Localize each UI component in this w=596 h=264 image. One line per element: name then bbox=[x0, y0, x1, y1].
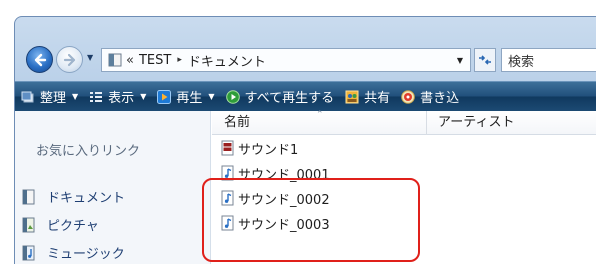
file-row[interactable]: サウンド_0003 bbox=[221, 211, 596, 235]
share-label: 共有 bbox=[364, 91, 391, 106]
organize-label: 整理 bbox=[40, 91, 67, 106]
play-all-button[interactable]: すべて再生する bbox=[225, 87, 335, 106]
views-icon bbox=[90, 91, 103, 102]
address-bar[interactable]: « TEST ▸ ドキュメント ▼ bbox=[101, 48, 471, 72]
refresh-icon bbox=[479, 55, 491, 65]
burn-button[interactable]: 書き込 bbox=[401, 87, 459, 106]
column-artist-label: アーティスト bbox=[438, 115, 515, 130]
play-dropdown-icon: ▼ bbox=[208, 92, 215, 101]
column-header-row: 名前 ⌃ アーティスト bbox=[212, 111, 596, 135]
organize-dropdown-icon: ▼ bbox=[72, 92, 79, 101]
audio-file-icon bbox=[221, 190, 234, 206]
forward-arrow-icon bbox=[63, 53, 75, 66]
audio-file-icon bbox=[221, 215, 234, 231]
share-button[interactable]: 共有 bbox=[345, 87, 390, 106]
file-name: サウンド1 bbox=[238, 142, 299, 158]
column-header-name[interactable]: 名前 ⌃ bbox=[212, 111, 427, 135]
file-name: サウンド_0002 bbox=[238, 192, 330, 208]
nav-link-music[interactable]: ミュージック bbox=[21, 243, 125, 262]
search-input[interactable]: 検索 bbox=[501, 48, 596, 72]
file-row[interactable]: サウンド_0002 bbox=[221, 186, 596, 210]
address-overflow[interactable]: « bbox=[126, 53, 134, 68]
nav-link-music-label: ミュージック bbox=[47, 247, 125, 262]
views-button[interactable]: 表示 ▼ bbox=[89, 87, 146, 106]
nav-link-documents-label: ドキュメント bbox=[47, 191, 126, 206]
burn-icon bbox=[401, 89, 415, 104]
share-icon bbox=[345, 90, 359, 103]
views-label: 表示 bbox=[108, 91, 135, 106]
documents-icon bbox=[22, 189, 35, 204]
command-bar: 整理 ▼ 表示 ▼ 再生 ▼ すべて再生する 共有 書き込 bbox=[15, 81, 596, 111]
nav-link-pictures-label: ピクチャ bbox=[47, 219, 99, 234]
file-name: サウンド_0001 bbox=[238, 167, 330, 183]
column-header-artist[interactable]: アーティスト bbox=[428, 111, 514, 135]
recent-pages-dropdown[interactable]: ▼ bbox=[87, 53, 97, 65]
refresh-button[interactable] bbox=[474, 48, 496, 72]
play-all-icon bbox=[225, 89, 240, 104]
folder-icon bbox=[108, 53, 122, 67]
column-name-label: 名前 bbox=[224, 115, 251, 130]
play-all-label: すべて再生する bbox=[244, 91, 335, 106]
breadcrumb-separator-icon[interactable]: ▸ bbox=[177, 55, 182, 65]
address-row: ▼ « TEST ▸ ドキュメント ▼ 検索 bbox=[15, 43, 596, 77]
nav-link-documents[interactable]: ドキュメント bbox=[21, 187, 125, 206]
address-dropdown[interactable]: ▼ bbox=[450, 49, 470, 71]
burn-label: 書き込 bbox=[420, 91, 460, 106]
navigation-pane: お気に入りリンク ドキュメント ピクチャ ミュージック bbox=[15, 111, 211, 264]
back-arrow-icon bbox=[34, 53, 46, 66]
views-dropdown-icon: ▼ bbox=[140, 92, 147, 101]
favorite-links-header: お気に入りリンク bbox=[36, 144, 141, 159]
play-button[interactable]: 再生 ▼ bbox=[157, 87, 215, 106]
explorer-window: ▼ « TEST ▸ ドキュメント ▼ 検索 整理 ▼ 表示 ▼ 再生 ▼ すべ… bbox=[14, 16, 596, 264]
music-icon bbox=[22, 245, 35, 260]
organize-icon bbox=[21, 91, 34, 102]
organize-button[interactable]: 整理 ▼ bbox=[21, 87, 78, 106]
file-row[interactable]: サウンド_0001 bbox=[221, 161, 596, 185]
breadcrumb-test[interactable]: TEST bbox=[139, 53, 171, 68]
media-file-icon bbox=[221, 140, 234, 156]
content-area: お気に入りリンク ドキュメント ピクチャ ミュージック 名前 ⌃ アーティスト … bbox=[15, 111, 596, 264]
audio-file-icon bbox=[221, 165, 234, 181]
play-icon bbox=[157, 89, 172, 104]
pictures-icon bbox=[22, 217, 35, 232]
sort-ascending-icon: ⌃ bbox=[316, 110, 324, 120]
search-placeholder: 検索 bbox=[508, 54, 535, 70]
play-label: 再生 bbox=[176, 91, 203, 106]
back-button[interactable] bbox=[26, 46, 53, 73]
nav-link-pictures[interactable]: ピクチャ bbox=[21, 215, 99, 234]
forward-button[interactable] bbox=[56, 46, 83, 73]
file-row[interactable]: サウンド1 bbox=[221, 136, 596, 160]
breadcrumb-documents[interactable]: ドキュメント bbox=[188, 51, 266, 70]
file-name: サウンド_0003 bbox=[238, 217, 330, 233]
